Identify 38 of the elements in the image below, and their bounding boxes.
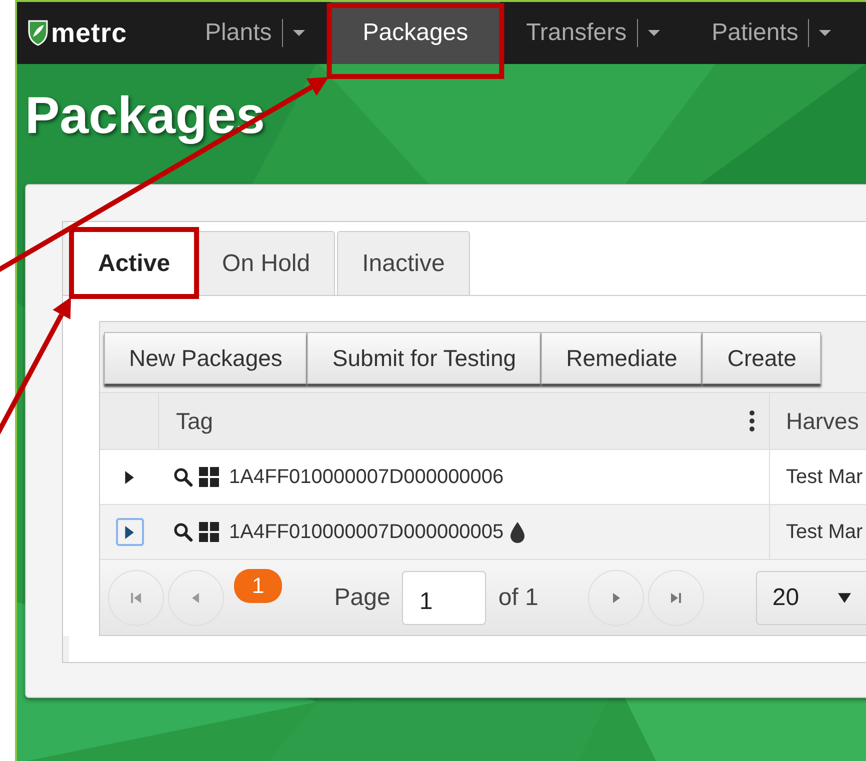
search-icon[interactable] (173, 467, 193, 487)
toolbar-button[interactable]: Create (702, 332, 822, 384)
table-cell-text: Test Mar (785, 464, 863, 490)
page-count: of 1 (498, 584, 538, 612)
caret-icon (819, 30, 832, 36)
tab[interactable]: Active (73, 231, 196, 295)
toolbar-button[interactable]: New Packages (104, 332, 308, 384)
column-header: Harves (785, 406, 859, 436)
tab[interactable]: Inactive (337, 231, 470, 295)
package-tag: 1A4FF010000007D000000006 (229, 466, 504, 488)
caret-right-icon (125, 470, 134, 484)
nav-item[interactable]: Patients (686, 11, 858, 55)
caret-icon (648, 30, 660, 36)
package-tag: 1A4FF010000007D000000005 (229, 520, 504, 544)
page-size-select[interactable]: 20 (756, 570, 866, 624)
grid-icon[interactable] (199, 522, 219, 542)
page-input[interactable]: 1 (402, 570, 486, 624)
tab[interactable]: On Hold (197, 231, 336, 295)
kebab-menu-icon (749, 410, 755, 432)
caret-right-icon (125, 526, 134, 538)
caret-down-icon (838, 592, 852, 602)
search-icon[interactable] (173, 522, 193, 542)
shield-leaf-icon (27, 19, 49, 47)
page-title: Packages (24, 86, 265, 147)
toolbar-button[interactable]: Submit for Testing (307, 332, 542, 384)
skip-forward-icon (670, 592, 682, 604)
grid-icon[interactable] (199, 467, 219, 487)
table-cell-text: Test Mar (785, 520, 863, 544)
nav-item[interactable]: Transfers (500, 11, 686, 55)
nav-item[interactable]: Plants (179, 11, 331, 55)
logo-text: metrc (51, 18, 128, 48)
page-label: Page (334, 584, 390, 612)
caret-right-icon (610, 592, 622, 604)
expand-button[interactable] (116, 518, 144, 546)
toolbar-button[interactable]: Remediate (541, 332, 702, 384)
caret-icon (292, 30, 305, 36)
skip-back-icon (130, 592, 142, 604)
nav-item[interactable]: Packages (330, 2, 500, 64)
